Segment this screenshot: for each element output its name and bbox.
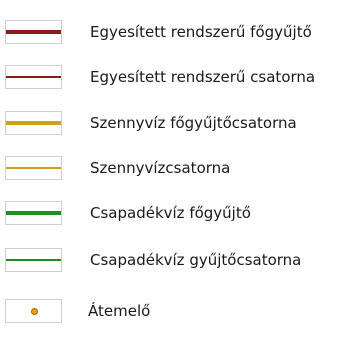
legend-item-combined-sewer: Egyesített rendszerű csatorna	[0, 62, 358, 92]
legend-item-combined-main-collector: Egyesített rendszerű főgyűjtő	[0, 17, 358, 47]
legend-item-wastewater-sewer: Szennyvízcsatorna	[0, 153, 358, 183]
line-symbol-icon	[6, 76, 61, 78]
line-symbol-icon	[6, 30, 61, 34]
legend-label: Egyesített rendszerű csatorna	[90, 68, 316, 86]
legend-label: Csapadékvíz gyűjtőcsatorna	[90, 251, 302, 269]
line-symbol-icon	[6, 211, 61, 215]
line-symbol-icon	[6, 121, 61, 125]
map-legend: Egyesített rendszerű főgyűjtő Egyesített…	[0, 0, 358, 353]
legend-label: Egyesített rendszerű főgyűjtő	[90, 23, 312, 41]
legend-label: Szennyvíz főgyűjtőcsatorna	[90, 114, 297, 132]
legend-swatch	[5, 111, 62, 135]
legend-swatch	[5, 65, 62, 89]
line-symbol-icon	[6, 259, 61, 261]
legend-item-wastewater-main-collector: Szennyvíz főgyűjtőcsatorna	[0, 108, 358, 138]
legend-swatch	[5, 299, 62, 323]
legend-swatch	[5, 248, 62, 272]
legend-label: Átemelő	[88, 302, 151, 320]
legend-swatch	[5, 156, 62, 180]
legend-swatch	[5, 201, 62, 225]
line-symbol-icon	[6, 167, 61, 169]
pumping-station-dot-icon	[30, 308, 38, 315]
legend-swatch	[5, 20, 62, 44]
legend-item-pumping-station: Átemelő	[0, 296, 358, 326]
legend-label: Csapadékvíz főgyűjtő	[90, 204, 251, 222]
legend-item-stormwater-collector-sewer: Csapadékvíz gyűjtőcsatorna	[0, 245, 358, 275]
legend-item-stormwater-main-collector: Csapadékvíz főgyűjtő	[0, 198, 358, 228]
legend-label: Szennyvízcsatorna	[90, 159, 231, 177]
